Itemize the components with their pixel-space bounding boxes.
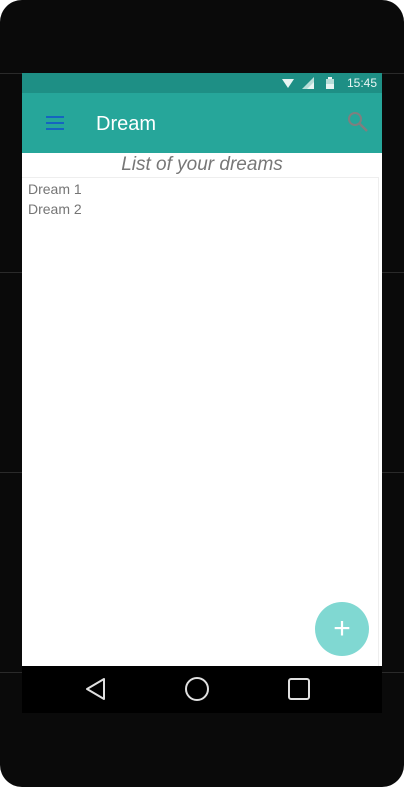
wifi-icon bbox=[282, 79, 294, 88]
search-icon[interactable] bbox=[346, 110, 370, 134]
status-bar: 15:45 bbox=[22, 73, 382, 93]
app-bar: Dream bbox=[22, 93, 382, 153]
hamburger-menu-icon[interactable] bbox=[44, 113, 68, 133]
plus-icon: + bbox=[333, 612, 351, 645]
cell-signal-icon bbox=[302, 77, 314, 89]
navigation-bar bbox=[22, 666, 382, 713]
battery-icon bbox=[326, 77, 334, 89]
add-dream-button[interactable]: + bbox=[315, 602, 369, 656]
home-icon[interactable] bbox=[183, 675, 211, 703]
back-icon[interactable] bbox=[82, 675, 110, 703]
device-frame: 15:45 Dream List of your dreams Dream 1 … bbox=[0, 0, 404, 787]
dream-list-item[interactable]: Dream 1 bbox=[28, 181, 82, 197]
page-subtitle: List of your dreams bbox=[121, 154, 283, 175]
recents-icon[interactable] bbox=[285, 675, 313, 703]
app-screen: 15:45 Dream List of your dreams Dream 1 … bbox=[22, 73, 382, 666]
app-title: Dream bbox=[96, 113, 157, 135]
status-time: 15:45 bbox=[346, 76, 377, 90]
dream-list-item[interactable]: Dream 2 bbox=[28, 201, 82, 217]
dream-list: Dream 1 Dream 2 bbox=[22, 177, 379, 666]
